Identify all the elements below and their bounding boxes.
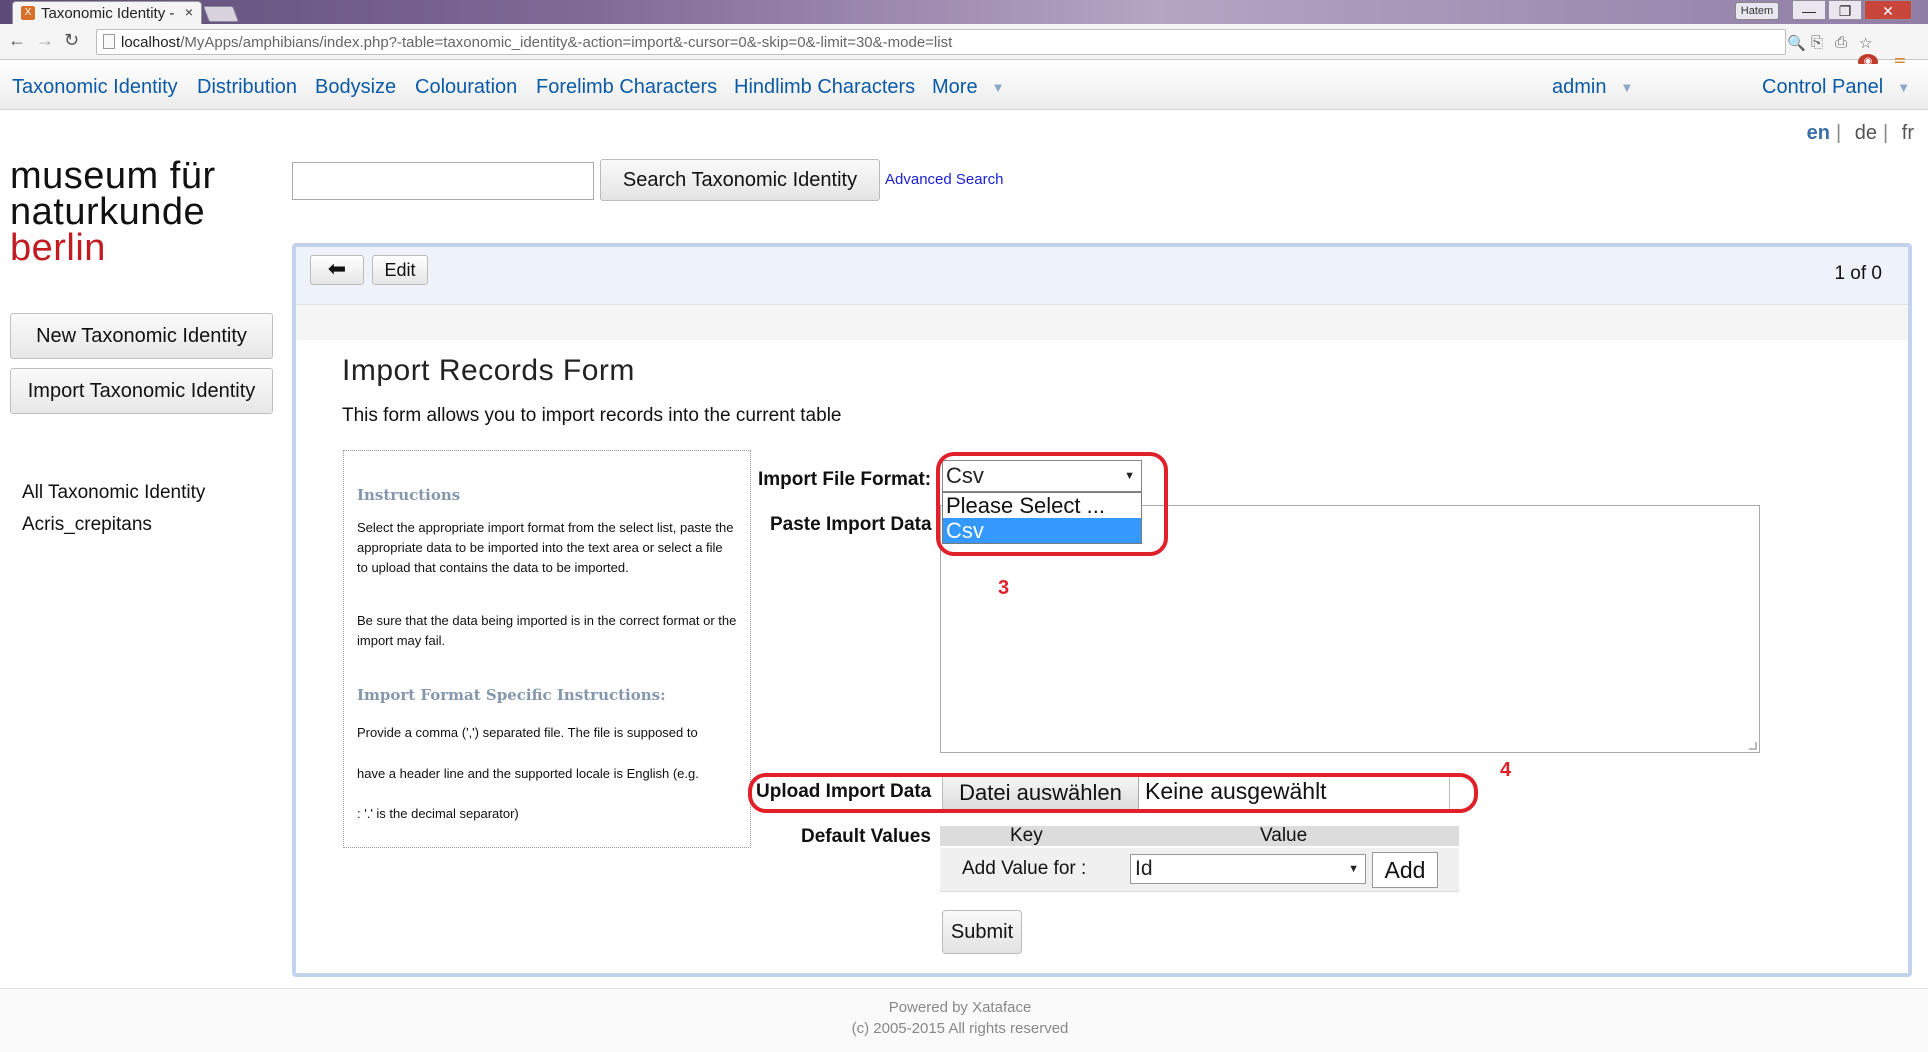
app-navbar: Taxonomic Identity Distribution Bodysize… [0, 64, 1928, 110]
url-host: localhost [121, 34, 181, 51]
annotation-highlight-4 [748, 773, 1478, 813]
record-pager: 1 of 0 [1834, 263, 1882, 284]
maximize-button[interactable]: ❐ [1828, 0, 1862, 20]
nav-more-label: More [932, 76, 978, 98]
profile-button[interactable]: Hatem [1735, 2, 1779, 20]
footer-powered-by: Powered by Xataface [888, 999, 1032, 1016]
edit-button[interactable]: Edit [372, 255, 428, 285]
instructions-heading: Instructions [357, 486, 461, 504]
panel-toolbar: ⬅ Edit 1 of 0 [296, 247, 1908, 340]
sidebar-link-all[interactable]: All Taxonomic Identity [22, 482, 205, 504]
instructions-text-1: Select the appropriate import format fro… [357, 520, 734, 575]
lang-separator: | [1883, 122, 1889, 144]
footer-copyright: (c) 2005-2015 All rights reserved [851, 1020, 1069, 1037]
toolbar-strip [296, 304, 1908, 340]
add-value-field-value: Id [1135, 857, 1153, 880]
default-values-header: Key Value [940, 825, 1459, 846]
url-path: /MyApps/amphibians/index.php?-table=taxo… [180, 34, 953, 51]
user-name: admin [1552, 76, 1607, 98]
url-field[interactable]: localhost/MyApps/amphibians/index.php?-t… [96, 29, 1872, 55]
back-button[interactable]: ⬅ [310, 255, 364, 285]
default-values-label: Default Values [801, 826, 931, 847]
nav-bodysize[interactable]: Bodysize [315, 76, 396, 99]
nav-more[interactable]: More ▼ [932, 76, 1004, 99]
tab-close-icon[interactable]: × [185, 4, 193, 20]
add-value-label: Add Value for : [962, 858, 1087, 879]
paste-data-label: Paste Import Data [770, 514, 932, 535]
control-panel-label: Control Panel [1762, 76, 1884, 98]
nav-forelimb-characters[interactable]: Forelimb Characters [536, 76, 717, 99]
nav-user-menu[interactable]: admin ▼ [1552, 76, 1633, 99]
lang-fr[interactable]: fr [1902, 122, 1914, 144]
instructions-text-2: Be sure that the data being imported is … [357, 613, 737, 648]
nav-hindlimb-characters[interactable]: Hindlimb Characters [734, 76, 915, 99]
url-text: localhost/MyApps/amphibians/index.php?-t… [121, 34, 952, 51]
chevron-down-icon: ▼ [1620, 80, 1634, 96]
page-footer: Powered by Xataface (c) 2005-2015 All ri… [0, 988, 1928, 1052]
page-icon [103, 34, 115, 49]
address-bar: ← → ↻ localhost/MyApps/amphibians/index.… [0, 24, 1928, 74]
logo-line-2: naturkunde [10, 191, 206, 233]
browser-tab[interactable]: X Taxonomic Identity - × [12, 1, 202, 24]
nav-control-panel[interactable]: Control Panel ▼ [1762, 76, 1910, 99]
format-instructions-line-1: Provide a comma (',') separated file. Th… [357, 725, 698, 740]
default-values-row: Add Value for : Id ▼ Add [940, 848, 1459, 892]
chevron-down-icon: ▼ [991, 80, 1005, 96]
submit-button[interactable]: Submit [942, 910, 1022, 954]
format-instructions-line-2: have a header line and the supported loc… [357, 766, 699, 781]
logo-line-3: berlin [10, 227, 106, 269]
site-logo[interactable]: museum für naturkunde berlin [10, 155, 216, 269]
dropdown-arrow-icon: ▼ [1348, 863, 1359, 875]
sidebar-link-record[interactable]: Acris_crepitans [22, 514, 152, 536]
bookmark-star-icon[interactable]: ☆ [1859, 34, 1872, 52]
format-instructions-line-3: : '.' is the decimal separator) [357, 806, 519, 821]
format-instructions-heading: Import Format Specific Instructions: [357, 686, 666, 704]
favicon-icon: X [21, 6, 35, 20]
search-button[interactable]: Search Taxonomic Identity [600, 159, 880, 201]
browser-tabstrip: X Taxonomic Identity - × Hatem — ❐ ✕ [0, 0, 1928, 24]
resize-grip-icon[interactable] [1749, 742, 1757, 750]
column-header-key: Key [1010, 825, 1043, 846]
annotation-step-4: 4 [1500, 759, 1512, 781]
tab-title: Taxonomic Identity - [41, 5, 175, 22]
arrow-left-icon: ⬅ [327, 256, 347, 281]
page-action-icon[interactable]: ⎙ [1835, 34, 1847, 51]
instructions-box: Instructions Select the appropriate impo… [343, 450, 751, 848]
add-value-field-select[interactable]: Id ▼ [1130, 854, 1366, 884]
window-close-button[interactable]: ✕ [1864, 0, 1912, 20]
chevron-down-icon: ▼ [1897, 80, 1911, 96]
new-tab-button[interactable] [203, 6, 239, 22]
nav-colouration[interactable]: Colouration [415, 76, 517, 99]
column-header-value: Value [1260, 825, 1308, 846]
lang-de[interactable]: de [1855, 122, 1877, 144]
search-input[interactable] [292, 162, 594, 200]
forward-arrow-icon[interactable]: → [36, 30, 54, 51]
zoom-icon[interactable]: 🔍 [1787, 34, 1806, 52]
import-records-button[interactable]: Import Taxonomic Identity [10, 368, 273, 414]
advanced-search-link[interactable]: Advanced Search [885, 171, 1003, 188]
lang-separator: | [1836, 122, 1842, 144]
nav-distribution[interactable]: Distribution [197, 76, 297, 99]
nav-taxonomic-identity[interactable]: Taxonomic Identity [12, 76, 178, 99]
form-description: This form allows you to import records i… [342, 405, 842, 426]
page-title: Import Records Form [342, 354, 635, 387]
logo-line-1: museum für [10, 155, 216, 197]
translate-icon[interactable]: ⎘ [1811, 34, 1823, 51]
lang-en[interactable]: en [1807, 122, 1830, 144]
import-format-label: Import File Format: [758, 469, 932, 490]
annotation-step-3: 3 [998, 577, 1010, 599]
annotation-highlight-3 [936, 452, 1168, 556]
back-arrow-icon[interactable]: ← [8, 30, 26, 51]
minimize-button[interactable]: — [1792, 0, 1826, 20]
reload-icon[interactable]: ↻ [64, 30, 79, 51]
new-record-button[interactable]: New Taxonomic Identity [10, 313, 273, 359]
language-switcher: en | de | fr [1799, 122, 1914, 145]
add-default-value-button[interactable]: Add [1372, 852, 1438, 888]
